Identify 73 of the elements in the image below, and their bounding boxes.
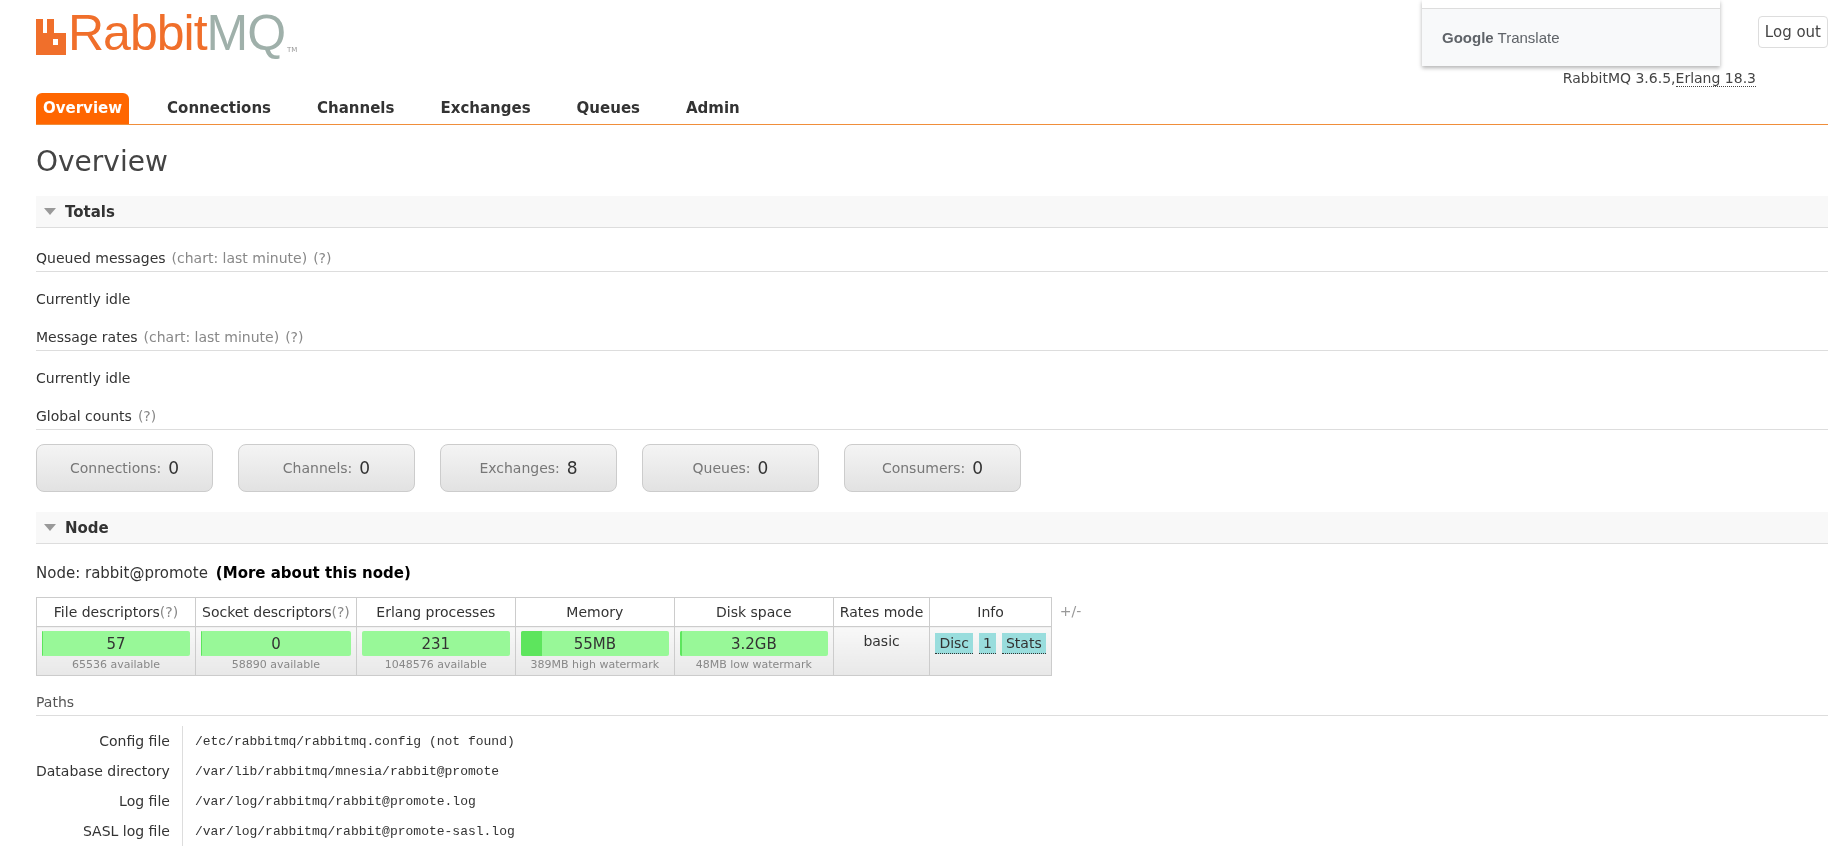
limit-text: 48MB low watermark [694, 658, 813, 671]
count-box[interactable]: Channels: 0 [238, 444, 415, 492]
section-title: Node [65, 518, 109, 537]
node-details-link[interactable]: (More about this node) [215, 564, 411, 582]
help-link[interactable]: (?) [137, 408, 157, 424]
subsection-title: Paths [36, 694, 75, 710]
translate-label[interactable]: Google Translate [1442, 29, 1560, 46]
section-header[interactable]: Node [36, 512, 1828, 544]
path-value: /etc/rabbitmq/rabbitmq.config (not found) [194, 733, 515, 749]
usage-bar: 231 [361, 631, 510, 656]
chart-label: Message rates [36, 329, 138, 345]
usage-bar: 55MB [520, 631, 669, 656]
count-box[interactable]: Connections: 0 [36, 444, 213, 492]
count-label: Channels: [282, 460, 353, 476]
path-value: /var/lib/rabbitmq/mnesia/rabbit@promote [194, 763, 500, 779]
section-title: Totals [65, 202, 115, 221]
chart-range-link[interactable]: (chart: last minute) [171, 250, 308, 266]
logo-icon [36, 19, 66, 55]
count-label: Exchanges: [479, 460, 560, 476]
nav-tab[interactable]: Channels [295, 93, 417, 124]
status-text: Currently idle [36, 369, 132, 386]
column-header: Info [929, 597, 1052, 627]
section-header[interactable]: Totals [36, 196, 1828, 228]
nav-tab[interactable]: Connections [145, 93, 294, 124]
logo-text: Rabbit [68, 8, 207, 58]
chart-label: Queued messages [36, 250, 166, 266]
usage-bar: 0 [201, 631, 351, 656]
count-value: 8 [566, 458, 578, 478]
limit-text: 1048576 available [383, 658, 488, 671]
column-header: File descriptors(?) [36, 597, 196, 627]
nav-tab[interactable]: Exchanges [418, 93, 553, 124]
path-label: Config file [99, 733, 170, 749]
column-header: Socket descriptors(?) [195, 597, 357, 627]
logout-button[interactable]: Log out [1757, 16, 1828, 48]
chart-range-link[interactable]: (chart: last minute) [143, 329, 280, 345]
limit-text: 65536 available [70, 658, 162, 671]
count-label: Consumers: [881, 460, 966, 476]
table-cell-text: basic [862, 632, 901, 649]
info-tag: 1 [979, 633, 996, 654]
counts-label: Global counts [36, 408, 132, 424]
path-value: /var/log/rabbitmq/rabbit@promote.log [194, 793, 476, 809]
count-box[interactable]: Queues: 0 [642, 444, 819, 492]
page-title: Overview [36, 145, 169, 178]
count-value: 0 [972, 458, 984, 478]
path-label: Log file [119, 793, 170, 809]
nav-tab[interactable]: Admin [664, 93, 762, 124]
path-label: SASL log file [82, 823, 170, 839]
usage-bar: 3.2GB [679, 631, 828, 656]
column-header: Memory [515, 597, 675, 627]
count-value: 0 [168, 458, 180, 478]
limit-text: 58890 available [230, 658, 321, 671]
erlang-version: Erlang 18.3 [1675, 70, 1756, 87]
info-tag: Stats [1001, 633, 1046, 654]
column-header: Disk space [674, 597, 834, 627]
limit-text: 389MB high watermark [529, 658, 661, 671]
usage-bar: 57 [42, 631, 190, 656]
count-value: 0 [757, 458, 769, 478]
count-box[interactable]: Consumers: 0 [844, 444, 1021, 492]
path-label: Database directory [36, 763, 170, 779]
nav-tab[interactable]: Queues [554, 93, 662, 124]
count-label: Connections: [69, 460, 162, 476]
status-text: Currently idle [36, 290, 132, 307]
count-label: Queues: [692, 460, 751, 476]
help-link[interactable]: (?) [313, 250, 332, 266]
column-header: Rates mode [833, 597, 930, 627]
count-box[interactable]: Exchanges: 8 [440, 444, 617, 492]
node-name: Node: rabbit@promote [36, 564, 208, 582]
info-tag: Disc [935, 633, 974, 654]
count-value: 0 [359, 458, 371, 478]
column-header: Erlang processes [356, 597, 516, 627]
path-value: /var/log/rabbitmq/rabbit@promote-sasl.log [194, 823, 515, 839]
version-text: RabbitMQ 3.6.5, [1562, 70, 1676, 86]
help-link[interactable]: (?) [285, 329, 304, 345]
